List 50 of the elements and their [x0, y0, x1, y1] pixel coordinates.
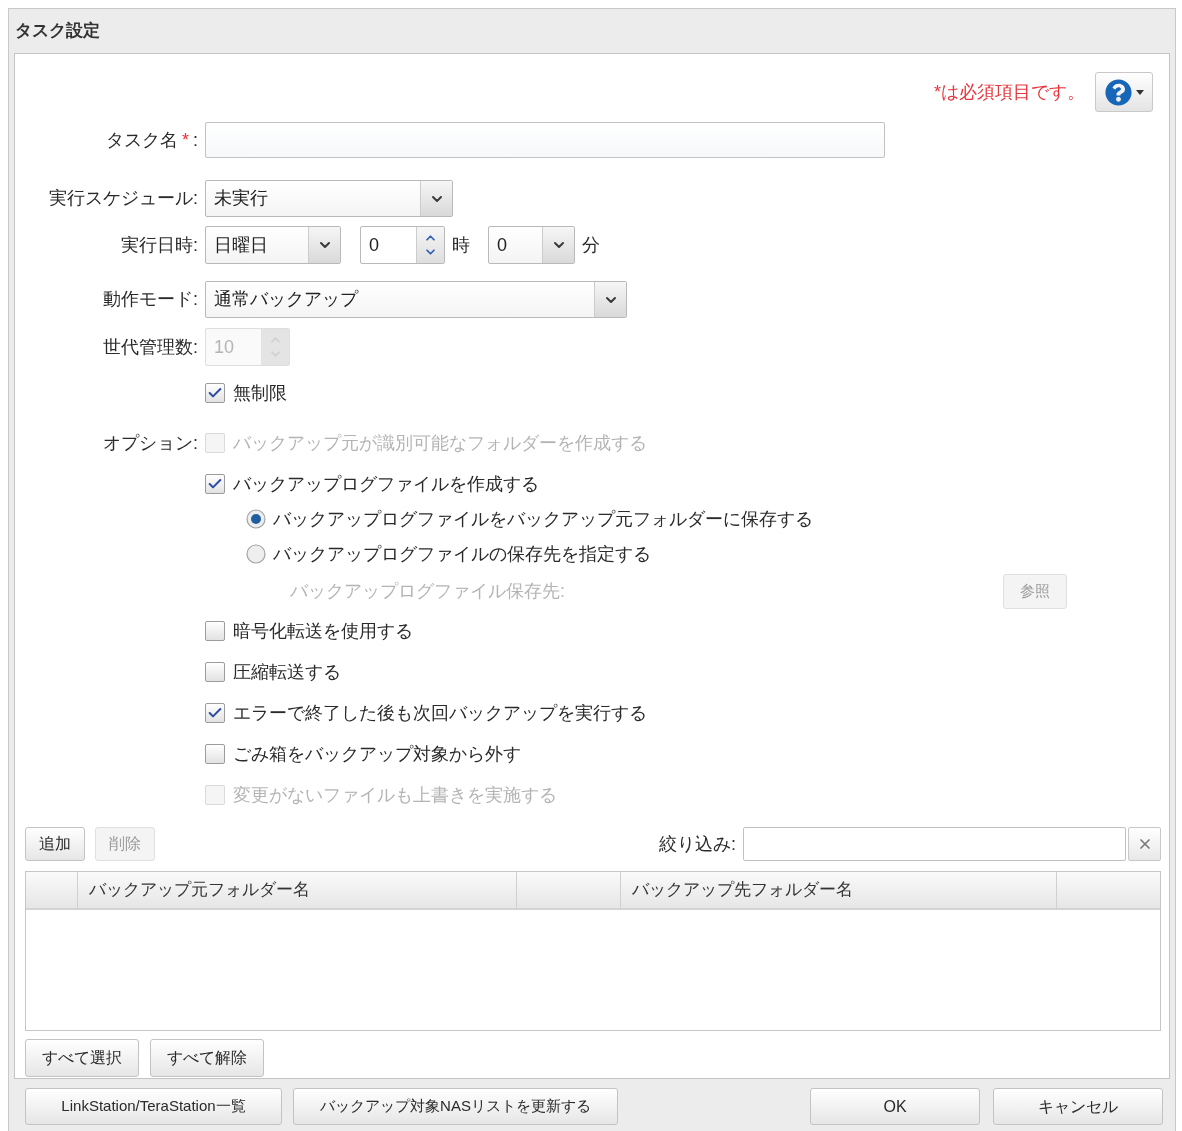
dialog-button[interactable]: OK	[810, 1088, 980, 1125]
checkbox[interactable]	[205, 474, 225, 494]
option-label: ごみ箱をバックアップ対象から外す	[233, 742, 521, 766]
toolbar-button[interactable]: 追加	[25, 827, 85, 861]
schedule-select[interactable]: 未実行	[205, 180, 453, 217]
field-label: 世代管理数:	[103, 335, 198, 359]
option-label: 変更がないファイルも上書きを実施する	[233, 783, 557, 807]
checkbox[interactable]	[205, 744, 225, 764]
checkbox[interactable]	[205, 703, 225, 723]
radio-label: バックアップログファイルをバックアップ元フォルダーに保存する	[273, 507, 813, 531]
option-label: エラーで終了した後も次回バックアップを実行する	[233, 701, 647, 725]
day-select[interactable]: 日曜日	[205, 226, 341, 264]
filter-field[interactable]	[743, 827, 1126, 861]
field-label: バックアップログファイル保存先:	[290, 580, 565, 603]
footer-button[interactable]: LinkStation/TeraStation一覧	[25, 1088, 282, 1125]
radio-button[interactable]	[246, 509, 266, 529]
footer-button[interactable]: バックアップ対象NASリストを更新する	[293, 1088, 618, 1125]
option-label: 圧縮転送する	[233, 660, 341, 684]
option-label: バックアップログファイルを作成する	[233, 472, 539, 496]
checkbox[interactable]	[205, 662, 225, 682]
help-button[interactable]	[1095, 72, 1153, 112]
field-label: 実行日時:	[121, 233, 198, 257]
task-name-field[interactable]	[205, 122, 885, 158]
select-button[interactable]: すべて選択	[25, 1039, 139, 1077]
radio-label: バックアップログファイルの保存先を指定する	[273, 542, 651, 566]
field-label: タスク名 * :	[105, 128, 198, 152]
radio-button[interactable]	[246, 544, 266, 564]
caret-icon	[1135, 89, 1144, 95]
dialog-button[interactable]: キャンセル	[993, 1088, 1163, 1125]
field-label: オプション:	[103, 431, 198, 455]
checkbox[interactable]	[205, 621, 225, 641]
field-label: 動作モード:	[103, 288, 198, 311]
help-icon	[1104, 78, 1132, 106]
clear-button[interactable]	[1128, 827, 1161, 861]
column-header[interactable]: バックアップ先フォルダー名	[632, 877, 853, 903]
column-header[interactable]: バックアップ元フォルダー名	[89, 877, 310, 903]
filter-label: 絞り込み:	[659, 832, 736, 856]
hour-spinner[interactable]: 0	[360, 226, 445, 264]
select-button[interactable]: すべて解除	[150, 1039, 264, 1077]
checkbox[interactable]	[205, 383, 225, 403]
window-title: タスク設定	[15, 20, 100, 43]
unit-label: 分	[582, 233, 600, 257]
field-label: 実行スケジュール:	[49, 187, 198, 210]
mode-select[interactable]: 通常バックアップ	[205, 281, 627, 318]
minute-select[interactable]: 0	[488, 226, 575, 264]
option-label: バックアップ元が識別可能なフォルダーを作成する	[233, 431, 647, 455]
required-note: *は必須項目です。	[934, 80, 1085, 104]
option-label: 無制限	[233, 381, 287, 405]
option-label: 暗号化転送を使用する	[233, 619, 413, 643]
unit-label: 時	[452, 233, 470, 257]
